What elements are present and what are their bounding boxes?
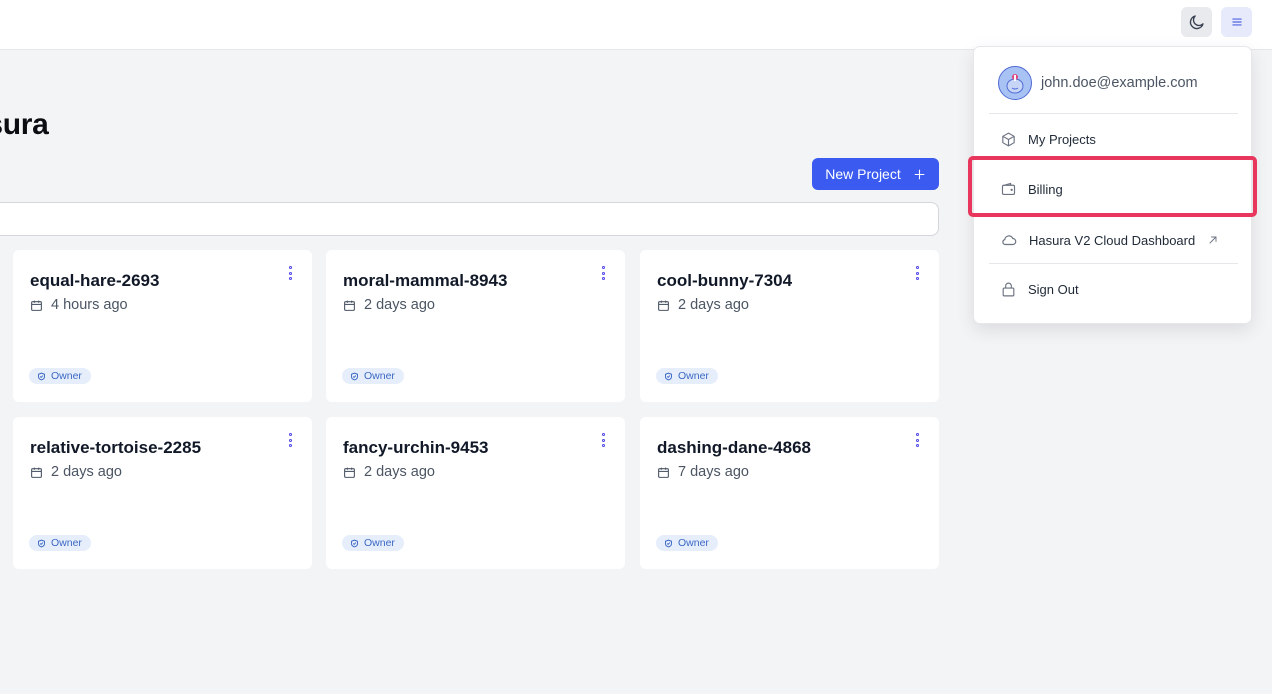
project-card[interactable]: moral-mammal-8943 2 days ago Owner (326, 250, 625, 402)
project-created-time: 2 days ago (343, 464, 435, 480)
calendar-icon (658, 300, 669, 311)
divider (989, 113, 1238, 114)
role-label: Owner (678, 370, 709, 382)
menu-item-v2-dashboard[interactable]: Hasura V2 Cloud Dashboard (1000, 231, 1219, 249)
calendar-icon (344, 467, 355, 478)
role-badge: Owner (29, 535, 91, 551)
billing-highlight-box (968, 156, 1257, 217)
role-label: Owner (364, 537, 395, 549)
project-card[interactable]: relative-tortoise-2285 2 days ago Owner (13, 417, 312, 569)
project-name: dashing-dane-4868 (657, 438, 811, 457)
project-options-icon[interactable] (599, 433, 607, 447)
project-time-label: 4 hours ago (51, 297, 128, 313)
external-link-arrow-icon (1209, 236, 1217, 244)
project-time-label: 2 days ago (364, 464, 435, 480)
theme-toggle-button[interactable] (1181, 7, 1212, 37)
menu-item-label: My Projects (1028, 132, 1096, 147)
plus-icon (914, 169, 925, 179)
calendar-icon (31, 467, 42, 478)
top-bar (0, 0, 1272, 50)
calendar-icon (658, 467, 669, 478)
shield-icon (665, 372, 672, 380)
project-name: moral-mammal-8943 (343, 271, 508, 290)
project-created-time: 2 days ago (343, 297, 435, 313)
menu-item-label: Sign Out (1028, 282, 1079, 297)
project-time-label: 2 days ago (364, 297, 435, 313)
user-email: john.doe@example.com (1041, 75, 1198, 91)
new-project-label: New Project (825, 166, 901, 182)
project-card[interactable]: dashing-dane-4868 7 days ago Owner (640, 417, 939, 569)
role-badge: Owner (656, 535, 718, 551)
calendar-icon (344, 300, 355, 311)
calendar-icon (31, 300, 42, 311)
project-created-time: 4 hours ago (30, 297, 128, 313)
project-created-time: 7 days ago (657, 464, 749, 480)
cube-icon (1002, 132, 1015, 147)
project-options-icon[interactable] (913, 266, 921, 280)
project-created-time: 2 days ago (657, 297, 749, 313)
avatar-icon (1006, 74, 1024, 94)
role-label: Owner (51, 537, 82, 549)
divider (989, 263, 1238, 264)
project-search-input[interactable] (0, 202, 939, 236)
hamburger-menu-icon (1231, 18, 1242, 26)
project-created-time: 2 days ago (30, 464, 122, 480)
project-card[interactable]: cool-bunny-7304 2 days ago Owner (640, 250, 939, 402)
shield-icon (665, 539, 672, 547)
project-options-icon[interactable] (913, 433, 921, 447)
user-info: john.doe@example.com (998, 66, 1198, 100)
menu-item-sign-out[interactable]: Sign Out (1000, 281, 1079, 298)
avatar (998, 66, 1032, 100)
project-time-label: 7 days ago (678, 464, 749, 480)
menu-item-label: Hasura V2 Cloud Dashboard (1029, 232, 1196, 248)
project-options-icon[interactable] (599, 266, 607, 280)
project-options-icon[interactable] (286, 266, 294, 280)
user-menu-button[interactable] (1221, 7, 1252, 37)
role-badge: Owner (342, 368, 404, 384)
cloud-icon (1002, 235, 1017, 246)
shield-icon (351, 539, 358, 547)
shield-icon (351, 372, 358, 380)
project-name: cool-bunny-7304 (657, 271, 793, 290)
moon-icon (1189, 15, 1204, 30)
project-card[interactable]: equal-hare-2693 4 hours ago Owner (13, 250, 312, 402)
project-time-label: 2 days ago (51, 464, 122, 480)
lock-icon (1002, 282, 1015, 297)
shield-icon (38, 372, 45, 380)
shield-icon (38, 539, 45, 547)
role-label: Owner (678, 537, 709, 549)
project-name: equal-hare-2693 (30, 271, 160, 290)
project-time-label: 2 days ago (678, 297, 749, 313)
project-name: relative-tortoise-2285 (30, 438, 202, 457)
role-label: Owner (51, 370, 82, 382)
project-name: fancy-urchin-9453 (343, 438, 489, 457)
project-card[interactable]: fancy-urchin-9453 2 days ago Owner (326, 417, 625, 569)
menu-item-my-projects[interactable]: My Projects (1000, 131, 1096, 148)
role-label: Owner (364, 370, 395, 382)
role-badge: Owner (656, 368, 718, 384)
workspace-title: asura (0, 108, 49, 141)
project-options-icon[interactable] (286, 433, 294, 447)
role-badge: Owner (29, 368, 91, 384)
role-badge: Owner (342, 535, 404, 551)
new-project-button[interactable]: New Project (812, 158, 939, 190)
